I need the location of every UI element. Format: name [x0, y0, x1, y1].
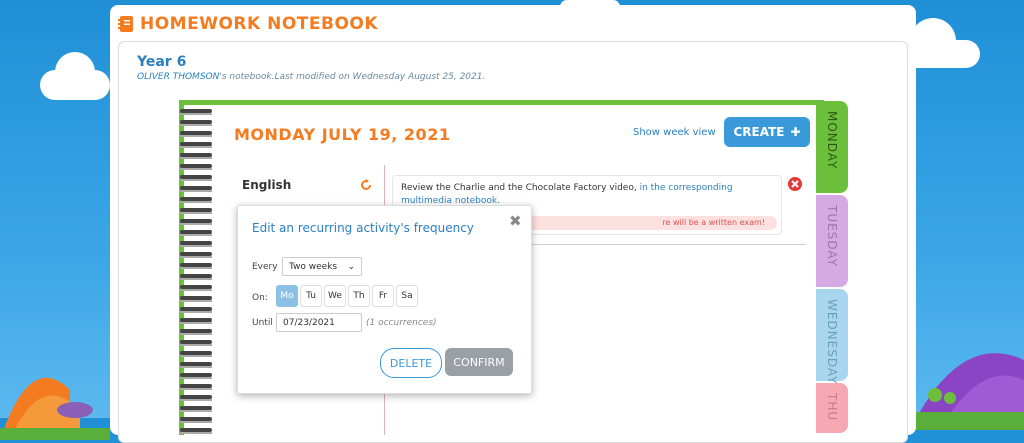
plus-icon: ✚ — [790, 125, 801, 139]
spiral-ring — [180, 384, 212, 390]
until-date-input[interactable]: 07/23/2021 — [276, 313, 362, 332]
spiral-ring — [180, 186, 212, 192]
class-title: Year 6 — [137, 54, 187, 70]
spiral-ring — [180, 274, 212, 280]
create-label: CREATE — [733, 125, 785, 139]
chevron-down-icon: ⌄ — [347, 261, 355, 272]
spiral-ring — [180, 131, 212, 137]
spiral-ring — [180, 164, 212, 170]
occurrences-count: (1 occurrences) — [366, 318, 437, 328]
spiral-ring — [180, 252, 212, 258]
spiral-ring — [180, 318, 212, 324]
close-icon[interactable]: ✖ — [509, 212, 522, 230]
spiral-ring — [180, 307, 212, 313]
spiral-ring — [180, 340, 212, 346]
tab-tuesday[interactable]: TUESDAY — [816, 195, 848, 287]
tab-monday[interactable]: MONDAY — [816, 101, 848, 193]
spiral-ring — [180, 153, 212, 159]
spiral-ring — [180, 395, 212, 401]
spiral-ring — [180, 142, 212, 148]
app-title: HOMEWORK NOTEBOOK — [140, 14, 379, 34]
dialog-title: Edit an recurring activity's frequency — [252, 221, 474, 235]
until-label: Until — [252, 318, 273, 328]
frequency-select[interactable]: Two weeks ⌄ — [282, 257, 362, 276]
spiral-ring — [180, 208, 212, 214]
spiral-ring — [180, 197, 212, 203]
day-button-fr[interactable]: Fr — [372, 285, 394, 307]
hill-decoration — [910, 353, 1024, 430]
owner-name[interactable]: OLIVER THOMSON — [137, 72, 219, 82]
tab-thursday[interactable]: THU — [816, 383, 848, 433]
spiral-ring — [180, 241, 212, 247]
spiral-ring — [180, 219, 212, 225]
spiral-ring — [180, 296, 212, 302]
spiral-ring — [180, 175, 212, 181]
spiral-ring — [180, 120, 212, 126]
cloud-decoration — [40, 52, 110, 100]
delete-button[interactable]: DELETE — [380, 348, 442, 378]
tab-wednesday[interactable]: WEDNESDAY — [816, 289, 848, 385]
spiral-ring — [180, 109, 212, 115]
tab-label: MONDAY — [825, 111, 839, 170]
show-week-view-link[interactable]: Show week view — [633, 127, 716, 138]
spiral-ring — [180, 406, 212, 412]
modified-text: 's notebook.Last modified on Wednesday A… — [219, 72, 486, 82]
frequency-value: Two weeks — [289, 261, 338, 272]
tab-label: THU — [825, 393, 839, 422]
date-title: MONDAY JULY 19, 2021 — [234, 125, 451, 144]
spiral-binding — [180, 105, 214, 435]
recurrence-dialog: Edit an recurring activity's frequency ✖… — [237, 205, 532, 394]
confirm-button[interactable]: CONFIRM — [445, 348, 513, 376]
remove-task-icon[interactable] — [788, 177, 802, 191]
spiral-ring — [180, 230, 212, 236]
task-description: Review the Charlie and the Chocolate Fac… — [401, 183, 640, 193]
tab-label: TUESDAY — [825, 205, 839, 267]
create-button[interactable]: CREATE ✚ — [724, 117, 810, 147]
day-button-mo[interactable]: Mo — [276, 285, 298, 307]
notebook-meta: OLIVER THOMSON's notebook.Last modified … — [137, 72, 485, 82]
subject-label: English — [242, 178, 292, 192]
notebook-icon — [118, 16, 133, 32]
spiral-ring — [180, 362, 212, 368]
hill-decoration — [0, 377, 110, 440]
spiral-ring — [180, 285, 212, 291]
spiral-ring — [180, 351, 212, 357]
day-button-th[interactable]: Th — [348, 285, 370, 307]
day-button-we[interactable]: We — [324, 285, 346, 307]
tab-label: WEDNESDAY — [825, 299, 839, 385]
day-button-sa[interactable]: Sa — [396, 285, 418, 307]
spiral-ring — [180, 263, 212, 269]
spiral-ring — [180, 428, 212, 434]
spiral-ring — [180, 329, 212, 335]
day-button-tu[interactable]: Tu — [300, 285, 322, 307]
every-label: Every — [252, 262, 278, 272]
recurring-icon[interactable] — [360, 179, 372, 191]
app-header: HOMEWORK NOTEBOOK — [118, 11, 378, 37]
on-label: On: — [252, 293, 268, 303]
spiral-ring — [180, 373, 212, 379]
